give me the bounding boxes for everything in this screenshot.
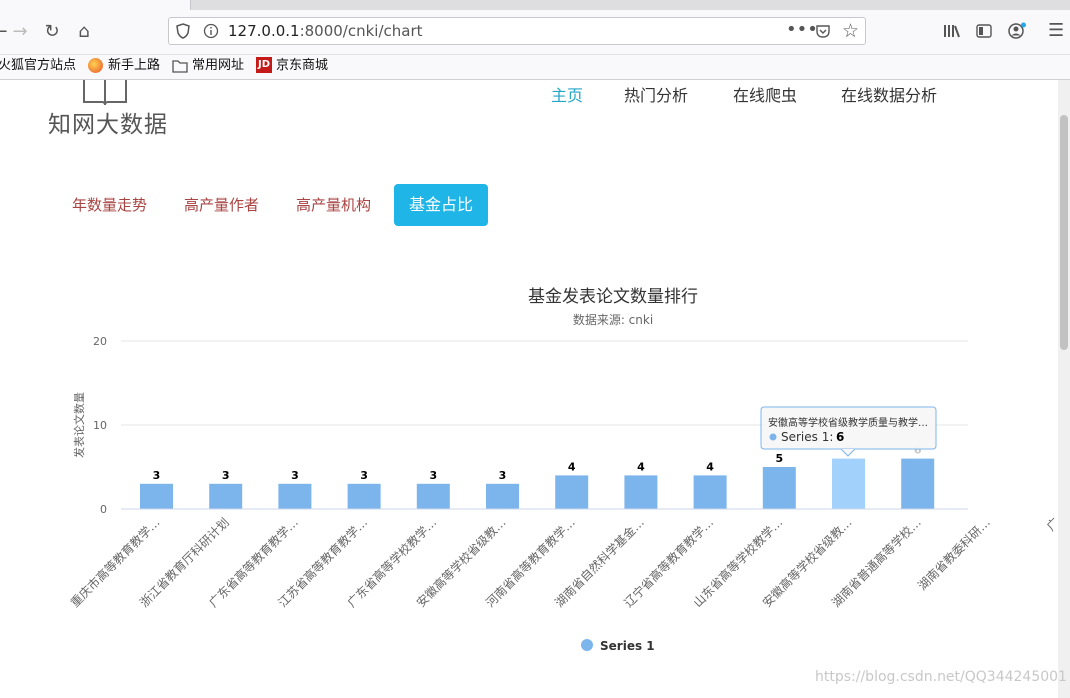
tooltip-series-marker bbox=[769, 433, 777, 441]
legend-label: Series 1 bbox=[600, 639, 655, 653]
data-label: 3 bbox=[291, 469, 299, 482]
data-label: 4 bbox=[568, 460, 576, 473]
tooltip-pointer bbox=[840, 448, 856, 457]
bar bbox=[347, 483, 381, 509]
tooltip-value: 6 bbox=[836, 430, 844, 444]
bar bbox=[140, 483, 173, 509]
data-label: 3 bbox=[153, 469, 161, 482]
bar bbox=[832, 458, 865, 509]
bar bbox=[762, 467, 796, 509]
data-label: 4 bbox=[637, 460, 645, 473]
data-label: 4 bbox=[706, 460, 714, 473]
bar bbox=[624, 475, 658, 509]
data-label: 3 bbox=[222, 469, 230, 482]
bar bbox=[416, 483, 450, 509]
bar bbox=[693, 475, 727, 509]
tooltip-series-name: Series 1: bbox=[781, 430, 833, 444]
y-axis-label: 发表论文数量 bbox=[72, 392, 86, 458]
x-tick-label: 湖南省教委科研… bbox=[915, 515, 993, 593]
y-tick-label: 20 bbox=[93, 335, 107, 348]
watermark: https://blog.csdn.net/QQ344245001 bbox=[815, 669, 1067, 685]
bar bbox=[555, 475, 589, 509]
data-label: 5 bbox=[775, 452, 783, 465]
y-tick-label: 0 bbox=[100, 503, 107, 516]
y-tick-label: 10 bbox=[93, 419, 107, 432]
legend-marker bbox=[581, 639, 593, 651]
bar bbox=[901, 458, 935, 509]
bar bbox=[278, 483, 312, 509]
bar bbox=[209, 483, 243, 509]
data-label: 3 bbox=[429, 469, 437, 482]
tooltip-title: 安徽高等学校省级教学质量与教学… bbox=[768, 416, 928, 429]
data-label: 3 bbox=[360, 469, 368, 482]
bar-chart: 01020发表论文数量重庆市高等教育教学…浙江省教育厅科研计划广东省高等教育教学… bbox=[67, 335, 1058, 653]
x-tick-label: 广 bbox=[1044, 515, 1058, 533]
bar bbox=[486, 483, 519, 509]
data-label: 3 bbox=[499, 469, 507, 482]
